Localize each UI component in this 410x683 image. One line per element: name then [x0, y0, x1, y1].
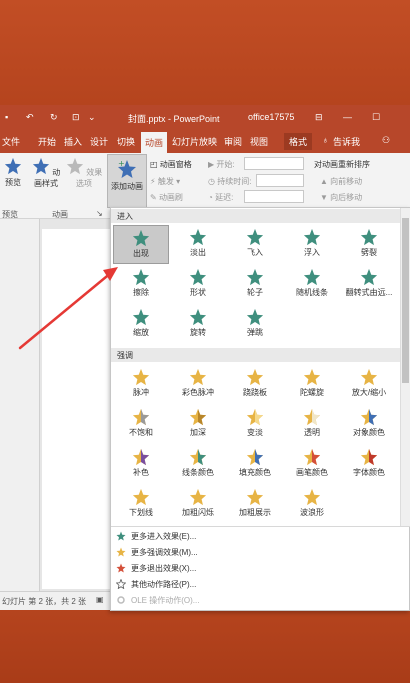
- red-annotation-arrow: [18, 267, 118, 350]
